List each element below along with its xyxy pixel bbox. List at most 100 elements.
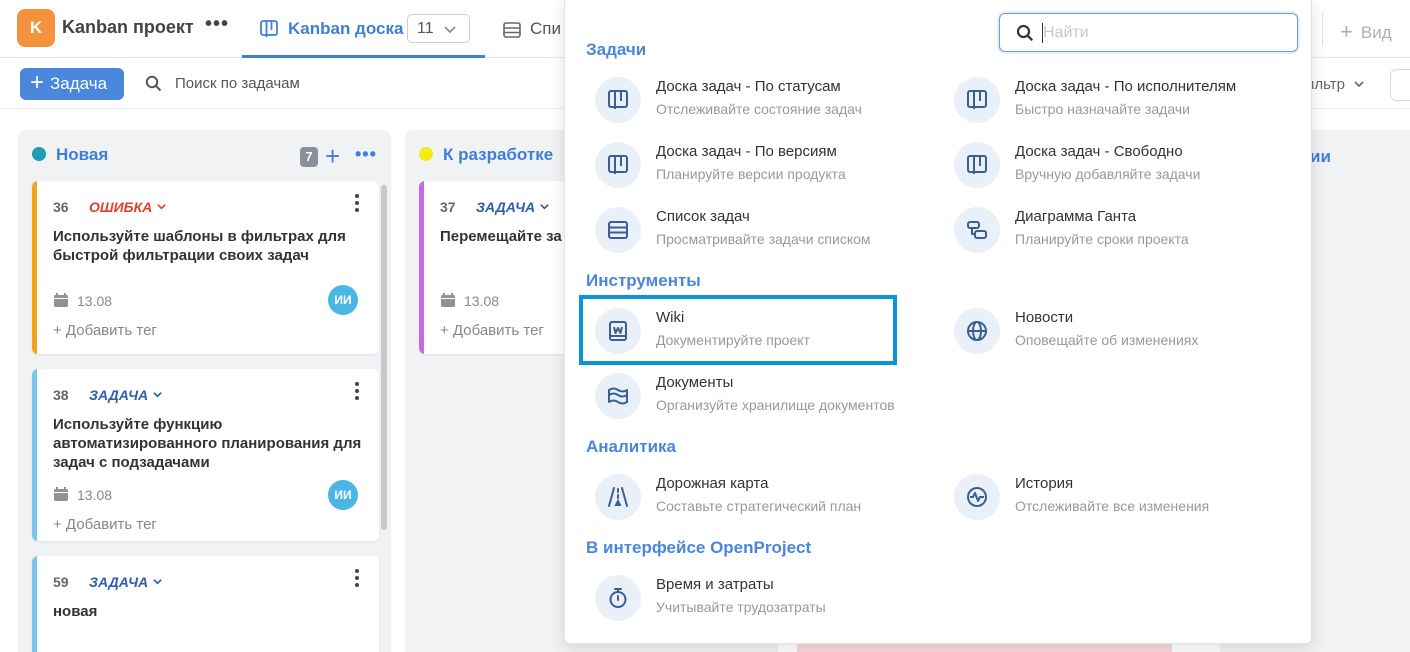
section-title-tools: Инструменты (586, 271, 701, 290)
tab-kanban-board[interactable]: Kanban доска 11 (242, 0, 485, 58)
card-type-select[interactable]: ЗАДАЧА (476, 199, 550, 215)
menu-item-desc: Вручную добавляйте задачи (1015, 166, 1201, 182)
filter-button[interactable]: ильтр (1306, 76, 1365, 93)
card-number: 38 (53, 387, 69, 403)
board-icon (595, 77, 641, 123)
add-tag-button[interactable]: + Добавить тег (53, 516, 157, 533)
menu-item-name: Доска задач - По версиям (656, 143, 837, 160)
calendar-icon (53, 293, 69, 311)
chevron-down-icon (153, 579, 162, 585)
card-menu-icon[interactable] (354, 381, 360, 406)
card-due-date[interactable]: 13.08 (53, 487, 112, 505)
task-card[interactable]: 59 ЗАДАЧА новая (32, 556, 379, 652)
task-card[interactable]: 38 ЗАДАЧА Используйте функцию автоматизи… (32, 369, 379, 541)
card-type-bar (419, 181, 424, 354)
card-type-select[interactable]: ОШИБКА (89, 199, 167, 215)
card-due-date[interactable]: 13.08 (53, 293, 112, 311)
card-type-bar (32, 556, 37, 652)
calendar-icon (440, 293, 456, 311)
status-dot (32, 147, 46, 161)
card-title[interactable]: Используйте шаблоны в фильтрах для быстр… (53, 227, 363, 265)
tab-kanban-board-label: Kanban доска (288, 19, 404, 38)
menu-item-history[interactable]: История Отслеживайте все изменения (945, 469, 1265, 525)
column-title[interactable]: ии (1310, 147, 1331, 167)
toolbar-button[interactable] (1390, 69, 1410, 101)
menu-item-task-list[interactable]: Список задач Просматривайте задачи списк… (586, 202, 906, 258)
add-task-label: Задача (50, 74, 108, 93)
task-card[interactable]: 36 ОШИБКА Используйте шаблоны в фильтрах… (32, 181, 379, 354)
menu-item-roadmap[interactable]: Дорожная карта Составьте стратегический … (586, 469, 906, 525)
menu-item-name: Документы (656, 374, 734, 391)
card-menu-icon[interactable] (354, 568, 360, 593)
card-type-select[interactable]: ЗАДАЧА (89, 387, 163, 403)
scrollbar[interactable] (381, 185, 387, 530)
chevron-down-icon (157, 204, 166, 210)
menu-item-board-free[interactable]: Доска задач - Свободно Вручную добавляйт… (945, 137, 1265, 193)
card-due-date-value: 13.08 (77, 487, 113, 503)
menu-item-name: Доска задач - Свободно (1015, 143, 1183, 160)
section-title-tasks: Задачи (586, 40, 647, 59)
dropdown-search-input[interactable]: Найти (999, 13, 1298, 52)
menu-item-desc: Учитывайте трудозатраты (656, 599, 826, 615)
calendar-icon (53, 487, 69, 505)
card-due-date-value: 13.08 (77, 293, 113, 309)
card-due-date-value: 13.08 (464, 293, 500, 309)
project-more-icon[interactable]: ••• (205, 13, 229, 36)
card-due-date[interactable]: 13.08 (440, 293, 499, 311)
add-card-button[interactable]: + (325, 141, 340, 172)
activity-icon (954, 474, 1000, 520)
menu-item-time-costs[interactable]: Время и затраты Учитывайте трудозатраты (586, 570, 906, 626)
search-icon (1016, 24, 1034, 47)
list-icon (502, 20, 522, 45)
menu-item-desc: Организуйте хранилище документов (656, 397, 895, 413)
menu-item-name: Дорожная карта (656, 475, 769, 492)
project-name[interactable]: Kanban проект (62, 17, 194, 38)
card-type-label: ОШИБКА (89, 199, 153, 215)
card-title[interactable]: новая (53, 602, 363, 621)
board-icon (954, 142, 1000, 188)
plus-icon: + (30, 69, 45, 96)
add-tag-button[interactable]: + Добавить тег (440, 322, 544, 339)
add-view-button[interactable]: + Вид (1340, 18, 1392, 44)
search-icon (145, 75, 162, 96)
board-count-value: 11 (417, 20, 434, 37)
column-more-icon[interactable]: ••• (355, 144, 377, 165)
card-menu-icon[interactable] (354, 193, 360, 218)
menu-item-gantt[interactable]: Диаграмма Ганта Планируйте сроки проекта (945, 202, 1265, 258)
board-count-select[interactable]: 11 (407, 14, 470, 43)
section-title-analytics: Аналитика (586, 437, 676, 456)
menu-item-board-version[interactable]: Доска задач - По версиям Планируйте верс… (586, 137, 906, 193)
card-type-select[interactable]: ЗАДАЧА (89, 574, 163, 590)
menu-item-desc: Планируйте версии продукта (656, 166, 846, 182)
card-title[interactable]: Используйте функцию автоматизированного … (53, 415, 363, 472)
menu-item-desc: Быстро назначайте задачи (1015, 101, 1190, 117)
menu-item-desc: Составьте стратегический план (656, 498, 862, 514)
column-title[interactable]: Новая (32, 145, 108, 165)
menu-item-board-assignee[interactable]: Доска задач - По исполнителям Быстро наз… (945, 72, 1265, 128)
avatar[interactable]: ИИ (328, 285, 358, 315)
globe-icon (954, 308, 1000, 354)
avatar[interactable]: ИИ (328, 480, 358, 510)
menu-item-board-status[interactable]: Доска задач - По статусам Отслеживайте с… (586, 72, 906, 128)
add-view-label: Вид (1360, 23, 1392, 42)
chevron-down-icon (443, 22, 457, 41)
column-title[interactable]: К разработке (419, 145, 553, 165)
menu-item-news[interactable]: Новости Оповещайте об изменениях (945, 303, 1265, 359)
menu-item-desc: Просматривайте задачи списком (656, 231, 871, 247)
project-avatar[interactable]: K (17, 9, 55, 47)
card-type-bar (32, 181, 37, 354)
menu-item-name: Список задач (656, 208, 750, 225)
card-number: 59 (53, 574, 69, 590)
stopwatch-icon (595, 575, 641, 621)
card-type-label: ЗАДАЧА (89, 387, 149, 403)
view-type-dropdown: Найти Задачи Доска задач - По статусам О… (564, 0, 1312, 644)
plus-icon: + (1340, 19, 1353, 44)
selection-highlight (579, 295, 897, 365)
task-search[interactable]: Поиск по задачам (145, 75, 300, 96)
add-tag-button[interactable]: + Добавить тег (53, 322, 157, 339)
menu-item-documents[interactable]: Документы Организуйте хранилище документ… (586, 368, 906, 424)
add-task-button[interactable]: + Задача (20, 68, 124, 100)
menu-item-desc: Отслеживайте состояние задач (656, 101, 862, 117)
tab-list-label: Спи (530, 19, 561, 38)
card-type-bar (32, 369, 37, 541)
